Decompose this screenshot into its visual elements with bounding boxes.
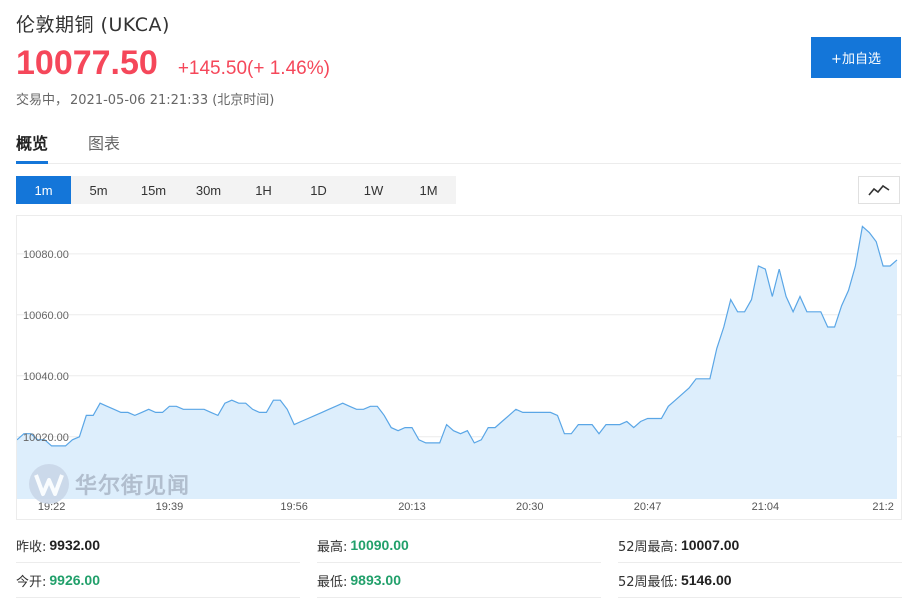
price-chart-svg: 10020.00 10040.00 10060.00 10080.00 19:22 19:… <box>17 225 901 513</box>
period-1mo[interactable]: 1M <box>401 176 456 204</box>
stat-prev-close: 昨收: 9932.00 <box>16 528 300 563</box>
period-selector: 1m 5m 15m 30m 1H 1D 1W 1M <box>16 176 456 204</box>
stat-low: 最低: 9893.00 <box>317 563 601 598</box>
instrument-title: 伦敦期铜 (UKCA) <box>16 14 170 36</box>
y-tick-label: 10040.00 <box>23 371 69 383</box>
stat-label: 最高: <box>317 539 348 555</box>
stats-row: 昨收: 9932.00 最高: 10090.00 52周最高: 10007.00 <box>16 528 902 563</box>
x-tick-label: 19:56 <box>280 501 308 513</box>
period-1d[interactable]: 1D <box>291 176 346 204</box>
stat-label: 52周最高: <box>618 539 678 555</box>
x-tick-label: 20:30 <box>516 501 544 513</box>
x-tick-label: 20:13 <box>398 501 426 513</box>
x-tick-label: 19:39 <box>156 501 184 513</box>
status-text: 交易中， <box>16 93 69 108</box>
x-tick-label: 20:47 <box>634 501 662 513</box>
change-percent: (+ 1.46%) <box>247 58 330 79</box>
stat-52w-high: 52周最高: 10007.00 <box>618 528 902 563</box>
add-watchlist-button[interactable]: +加自选 <box>811 37 901 78</box>
price-change: +145.50(+ 1.46%) <box>178 58 330 80</box>
x-tick-label: 21:2 <box>872 501 893 513</box>
stat-value: 9926.00 <box>49 572 100 588</box>
stat-52w-low: 52周最低: 5146.00 <box>618 563 902 598</box>
stat-value: 10090.00 <box>350 537 409 553</box>
x-tick-label: 19:22 <box>38 501 66 513</box>
stat-high: 最高: 10090.00 <box>317 528 601 563</box>
change-value: +145.50 <box>177 58 248 79</box>
line-chart-icon <box>868 184 890 196</box>
period-1w[interactable]: 1W <box>346 176 401 204</box>
y-tick-label: 10060.00 <box>23 310 69 322</box>
last-price: 10077.50 <box>16 44 158 82</box>
stat-open: 今开: 9926.00 <box>16 563 300 598</box>
stats-table: 昨收: 9932.00 最高: 10090.00 52周最高: 10007.00 今开… <box>16 528 902 598</box>
x-tick-label: 21:04 <box>752 501 780 513</box>
stat-label: 52周最低: <box>618 574 678 590</box>
chart-type-button[interactable] <box>858 176 900 204</box>
price-row: 10077.50 +145.50(+ 1.46%) <box>16 44 330 83</box>
price-chart[interactable]: 10020.00 10040.00 10060.00 10080.00 19:22 19:… <box>16 215 902 520</box>
y-tick-label: 10080.00 <box>23 249 69 261</box>
period-15m[interactable]: 15m <box>126 176 181 204</box>
stat-label: 今开: <box>16 574 47 590</box>
stats-row: 今开: 9926.00 最低: 9893.00 52周最低: 5146.00 <box>16 563 902 598</box>
period-1h[interactable]: 1H <box>236 176 291 204</box>
tab-overview[interactable]: 概览 <box>16 126 49 164</box>
y-tick-label: 10020.00 <box>23 432 69 444</box>
trading-status: 交易中， 2021-05-06 21:21:33 (北京时间) <box>16 89 274 108</box>
timezone-label: (北京时间) <box>212 93 275 108</box>
stat-value: 9893.00 <box>350 572 401 588</box>
timestamp: 2021-05-06 21:21:33 <box>70 93 209 108</box>
stat-value: 10007.00 <box>680 537 740 553</box>
stat-value: 5146.00 <box>680 572 732 588</box>
series-area <box>17 226 897 499</box>
stat-label: 昨收: <box>16 539 47 555</box>
stat-value: 9932.00 <box>49 537 100 553</box>
tab-chart[interactable]: 图表 <box>88 126 120 164</box>
period-30m[interactable]: 30m <box>181 176 236 204</box>
period-1m[interactable]: 1m <box>16 176 71 204</box>
stat-label: 最低: <box>317 574 348 590</box>
tab-bar: 概览 图表 <box>16 126 901 164</box>
period-5m[interactable]: 5m <box>71 176 126 204</box>
